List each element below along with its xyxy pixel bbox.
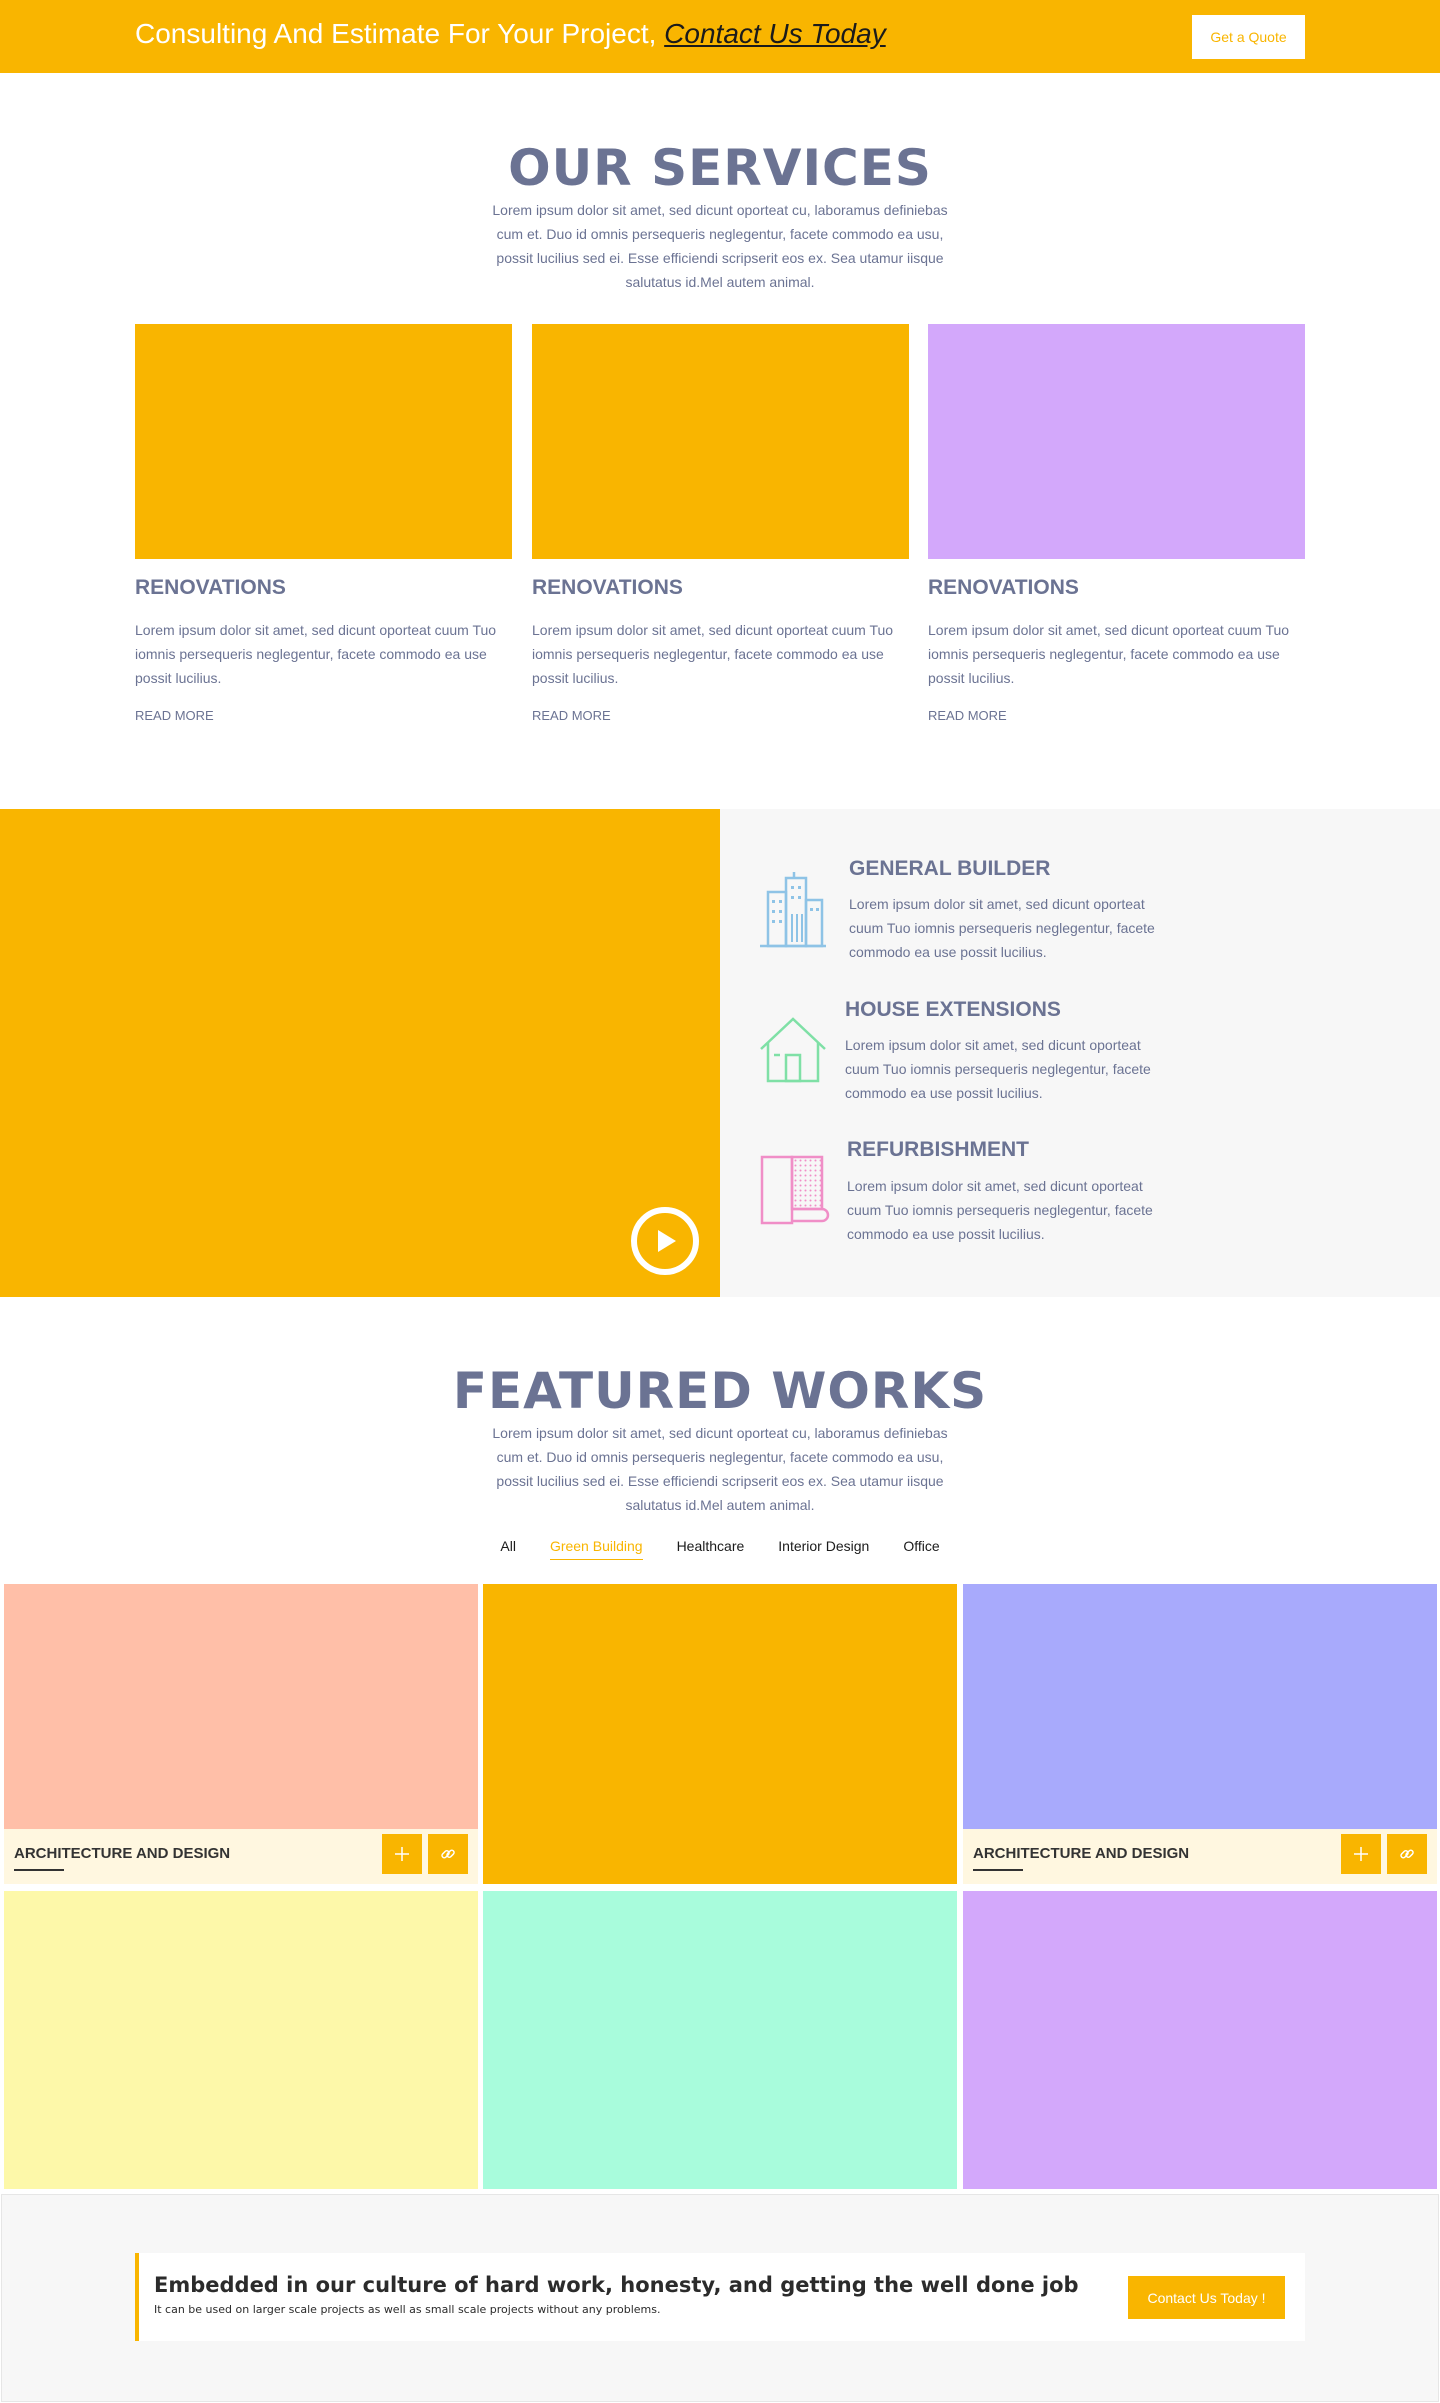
plus-icon — [395, 1847, 409, 1861]
cta-subtext: It can be used on larger scale projects … — [154, 2303, 661, 2316]
top-banner: Consulting And Estimate For Your Project… — [0, 0, 1440, 73]
portfolio-tile-6[interactable] — [963, 1891, 1437, 2189]
service-card-text-2: Lorem ipsum dolor sit amet, sed dicunt o… — [532, 622, 894, 686]
link-button[interactable] — [1387, 1834, 1427, 1874]
filter-office[interactable]: Office — [903, 1538, 939, 1560]
filter-healthcare[interactable]: Healthcare — [677, 1538, 745, 1560]
building-icon — [760, 872, 826, 948]
service-card-image-2 — [532, 324, 909, 559]
works-title: FEATURED WORKS — [452, 1362, 988, 1420]
service-card-title-2: RENOVATIONS — [532, 576, 683, 599]
link-icon — [441, 1849, 455, 1859]
portfolio-tile-1[interactable]: ARCHITECTURE AND DESIGN — [4, 1584, 478, 1884]
contact-us-today-button[interactable]: Contact Us Today ! — [1128, 2276, 1285, 2319]
service-card-text-1: Lorem ipsum dolor sit amet, sed dicunt o… — [135, 622, 497, 686]
cta-heading: Embedded in our culture of hard work, ho… — [154, 2273, 1079, 2297]
service-card-title-1: RENOVATIONS — [135, 576, 286, 599]
banner-tagline: Consulting And Estimate For Your Project… — [135, 18, 886, 50]
service-card-image-3 — [928, 324, 1305, 559]
portfolio-filters: All Green Building Healthcare Interior D… — [0, 1538, 1440, 1560]
feature-text-general-builder: Lorem ipsum dolor sit amet, sed dicunt o… — [849, 896, 1155, 960]
filter-green-building[interactable]: Green Building — [549, 1538, 643, 1560]
play-icon — [658, 1230, 676, 1252]
play-button[interactable] — [631, 1207, 699, 1275]
feature-text-refurbishment: Lorem ipsum dolor sit amet, sed dicunt o… — [847, 1178, 1153, 1242]
house-icon — [760, 1017, 826, 1083]
feature-title-house-extensions: HOUSE EXTENSIONS — [845, 998, 1061, 1021]
wallpaper-icon — [760, 1155, 830, 1225]
tile-caption-title: ARCHITECTURE AND DESIGN — [973, 1845, 1190, 1862]
link-button[interactable] — [428, 1834, 468, 1874]
filter-all[interactable]: All — [500, 1538, 516, 1560]
service-card-image-1 — [135, 324, 512, 559]
zoom-button[interactable] — [1341, 1834, 1381, 1874]
zoom-button[interactable] — [382, 1834, 422, 1874]
services-lead: Lorem ipsum dolor sit amet, sed dicunt o… — [492, 202, 948, 290]
filter-interior-design[interactable]: Interior Design — [778, 1538, 869, 1560]
tile-caption-title: ARCHITECTURE AND DESIGN — [14, 1845, 231, 1862]
services-title: OUR SERVICES — [508, 139, 932, 197]
portfolio-tile-3[interactable]: ARCHITECTURE AND DESIGN — [963, 1584, 1437, 1884]
feature-title-general-builder: GENERAL BUILDER — [849, 857, 1051, 880]
portfolio-tile-2[interactable] — [483, 1584, 957, 1884]
read-more-link-3[interactable]: READ MORE — [928, 708, 1007, 723]
contact-us-link[interactable]: Contact Us Today — [664, 18, 886, 49]
works-lead: Lorem ipsum dolor sit amet, sed dicunt o… — [492, 1425, 948, 1513]
banner-tagline-text: Consulting And Estimate For Your Project… — [135, 18, 657, 49]
portfolio-tile-4[interactable] — [4, 1891, 478, 2189]
service-card-title-3: RENOVATIONS — [928, 576, 1079, 599]
caption-underline — [973, 1869, 1023, 1871]
get-a-quote-button[interactable]: Get a Quote — [1192, 15, 1305, 59]
read-more-link-1[interactable]: READ MORE — [135, 708, 214, 723]
video-panel — [0, 809, 720, 1297]
tile-caption: ARCHITECTURE AND DESIGN — [963, 1829, 1437, 1884]
feature-title-refurbishment: REFURBISHMENT — [847, 1138, 1029, 1161]
tile-caption: ARCHITECTURE AND DESIGN — [4, 1829, 478, 1884]
plus-icon — [1354, 1847, 1368, 1861]
service-card-text-3: Lorem ipsum dolor sit amet, sed dicunt o… — [928, 622, 1290, 686]
link-icon — [1400, 1849, 1414, 1859]
portfolio-tile-5[interactable] — [483, 1891, 957, 2189]
caption-underline — [14, 1869, 64, 1871]
read-more-link-2[interactable]: READ MORE — [532, 708, 611, 723]
feature-text-house-extensions: Lorem ipsum dolor sit amet, sed dicunt o… — [845, 1037, 1151, 1101]
